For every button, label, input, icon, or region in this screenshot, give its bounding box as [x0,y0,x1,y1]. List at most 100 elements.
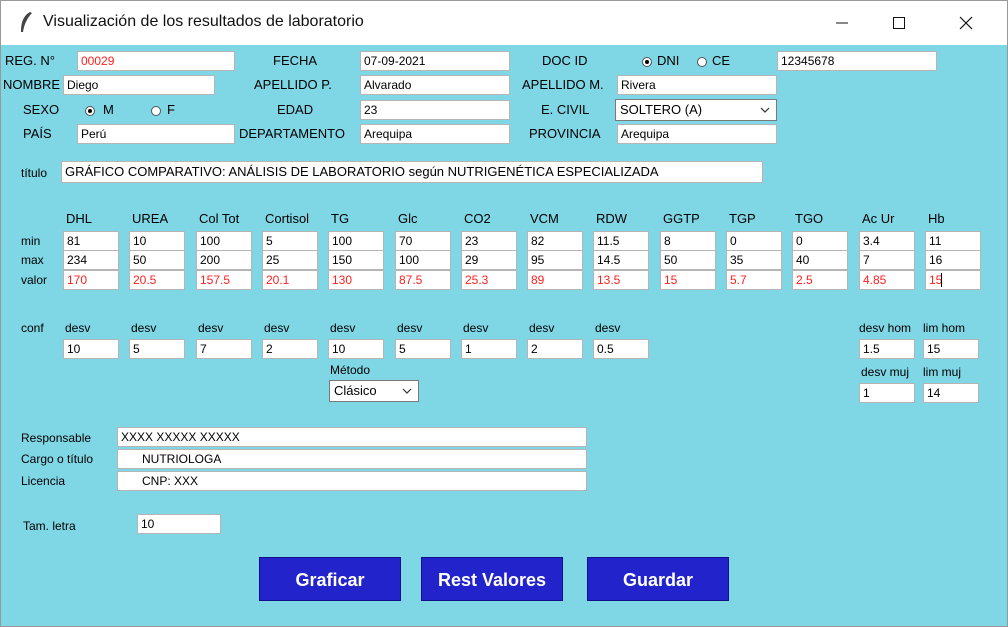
titulo-label: título [21,166,48,180]
lab-valor-field[interactable]: 87.5 [395,270,451,290]
responsable-field[interactable]: XXXX XXXXX XXXXX [117,427,587,447]
lab-valor-field[interactable]: 13.5 [593,270,649,290]
licencia-field[interactable]: CNP: XXX [117,471,587,491]
cargo-field[interactable]: NUTRIOLOGA [117,449,587,469]
desv-hom-field[interactable]: 1.5 [859,339,915,359]
minimize-button[interactable] [819,1,865,45]
desv-field[interactable]: 5 [129,339,185,359]
apellido-m-field[interactable]: Rivera [617,75,777,95]
lab-valor-field[interactable]: 170 [63,270,119,290]
close-button[interactable] [943,1,989,45]
graficar-button[interactable]: Graficar [259,557,401,601]
lab-min-field[interactable]: 81 [63,231,119,251]
lab-min-field[interactable]: 23 [461,231,517,251]
dni-radio-label: DNI [657,53,680,68]
lab-max-field[interactable]: 150 [328,250,384,270]
nombre-label: NOMBRE [3,77,61,92]
lab-valor-field[interactable]: 15 [660,270,716,290]
lab-column-header: Cortisol [265,211,310,226]
metodo-select[interactable]: Clásico [329,380,419,402]
desv-field[interactable]: 5 [395,339,451,359]
lab-max-field[interactable]: 29 [461,250,517,270]
desv-field[interactable]: 2 [262,339,318,359]
desv-field[interactable]: 2 [527,339,583,359]
lab-min-field[interactable]: 82 [527,231,583,251]
desv-field[interactable]: 10 [63,339,119,359]
lab-valor-field[interactable]: 25.3 [461,270,517,290]
lab-max-field[interactable]: 50 [129,250,185,270]
pais-label: PAÍS [23,126,52,141]
lab-min-field[interactable]: 11.5 [593,231,649,251]
titulo-field[interactable]: GRÁFICO COMPARATIVO: ANÁLISIS DE LABORAT… [61,161,763,183]
lab-valor-field[interactable]: 2.5 [792,270,848,290]
lab-max-field[interactable]: 95 [527,250,583,270]
lab-max-field[interactable]: 14.5 [593,250,649,270]
desv-field[interactable]: 7 [196,339,252,359]
desv-field[interactable]: 1 [461,339,517,359]
lab-min-field[interactable]: 3.4 [859,231,915,251]
lab-min-field[interactable]: 0 [726,231,782,251]
edad-label: EDAD [277,102,314,117]
lab-valor-field[interactable]: 20.1 [262,270,318,290]
lab-max-field[interactable]: 200 [196,250,252,270]
lab-min-field[interactable]: 8 [660,231,716,251]
lab-max-field[interactable]: 7 [859,250,915,270]
apellido-p-field[interactable]: Alvarado [360,75,510,95]
desv-field[interactable]: 0.5 [593,339,649,359]
lim-muj-field[interactable]: 14 [923,383,979,403]
metodo-label: Método [330,363,371,377]
lab-max-field[interactable]: 25 [262,250,318,270]
lab-column-header: TG [331,211,350,226]
feather-icon [21,12,32,32]
doc-number-field[interactable]: 12345678 [777,51,937,71]
lab-min-field[interactable]: 11 [925,231,981,251]
lab-min-field[interactable]: 70 [395,231,451,251]
lab-max-field[interactable]: 234 [63,250,119,270]
fecha-field[interactable]: 07-09-2021 [360,51,510,71]
lab-valor-field[interactable]: 130 [328,270,384,290]
lab-valor-field[interactable]: 157.5 [196,270,252,290]
reg-label: REG. N° [5,53,55,68]
lab-min-field[interactable]: 100 [196,231,252,251]
lim-hom-field[interactable]: 15 [923,339,979,359]
pais-field[interactable]: Perú [77,124,235,144]
lab-max-field[interactable]: 100 [395,250,451,270]
lab-valor-field[interactable]: 20.5 [129,270,185,290]
civil-label: E. CIVIL [541,102,590,117]
lab-column-header: CO2 [464,211,491,226]
lab-valor-field[interactable]: 15 [925,270,981,290]
lab-column-header: DHL [66,211,93,226]
reg-number-field[interactable]: 00029 [77,51,235,71]
lab-min-field[interactable]: 10 [129,231,185,251]
lab-min-field[interactable]: 100 [328,231,384,251]
desv-field[interactable]: 10 [328,339,384,359]
depto-field[interactable]: Arequipa [360,124,510,144]
lab-max-field[interactable]: 35 [726,250,782,270]
sexo-f-radio[interactable] [151,106,161,116]
desv-muj-field[interactable]: 1 [859,383,915,403]
ce-radio[interactable] [697,57,707,67]
lab-max-field[interactable]: 16 [925,250,981,270]
max-row-label: max [21,253,44,267]
font-size-field[interactable]: 10 [137,514,221,534]
rest-valores-button[interactable]: Rest Valores [421,557,563,601]
maximize-button[interactable] [876,1,922,45]
valor-row-label: valor [21,273,48,287]
sexo-m-label: M [103,102,114,117]
nombre-field[interactable]: Diego [63,75,215,95]
provincia-field[interactable]: Arequipa [617,124,777,144]
civil-select[interactable]: SOLTERO (A) [615,99,777,121]
edad-field[interactable]: 23 [360,100,510,120]
sexo-m-radio[interactable] [85,106,95,116]
dni-radio[interactable] [642,57,652,67]
lab-min-field[interactable]: 0 [792,231,848,251]
guardar-button[interactable]: Guardar [587,557,729,601]
apellido-m-label: APELLIDO M. [522,77,604,92]
lab-valor-field[interactable]: 4.85 [859,270,915,290]
lab-max-field[interactable]: 50 [660,250,716,270]
lab-valor-field[interactable]: 5.7 [726,270,782,290]
lab-valor-field[interactable]: 89 [527,270,583,290]
desv-hom-label: desv hom [859,321,912,335]
lab-max-field[interactable]: 40 [792,250,848,270]
lab-min-field[interactable]: 5 [262,231,318,251]
